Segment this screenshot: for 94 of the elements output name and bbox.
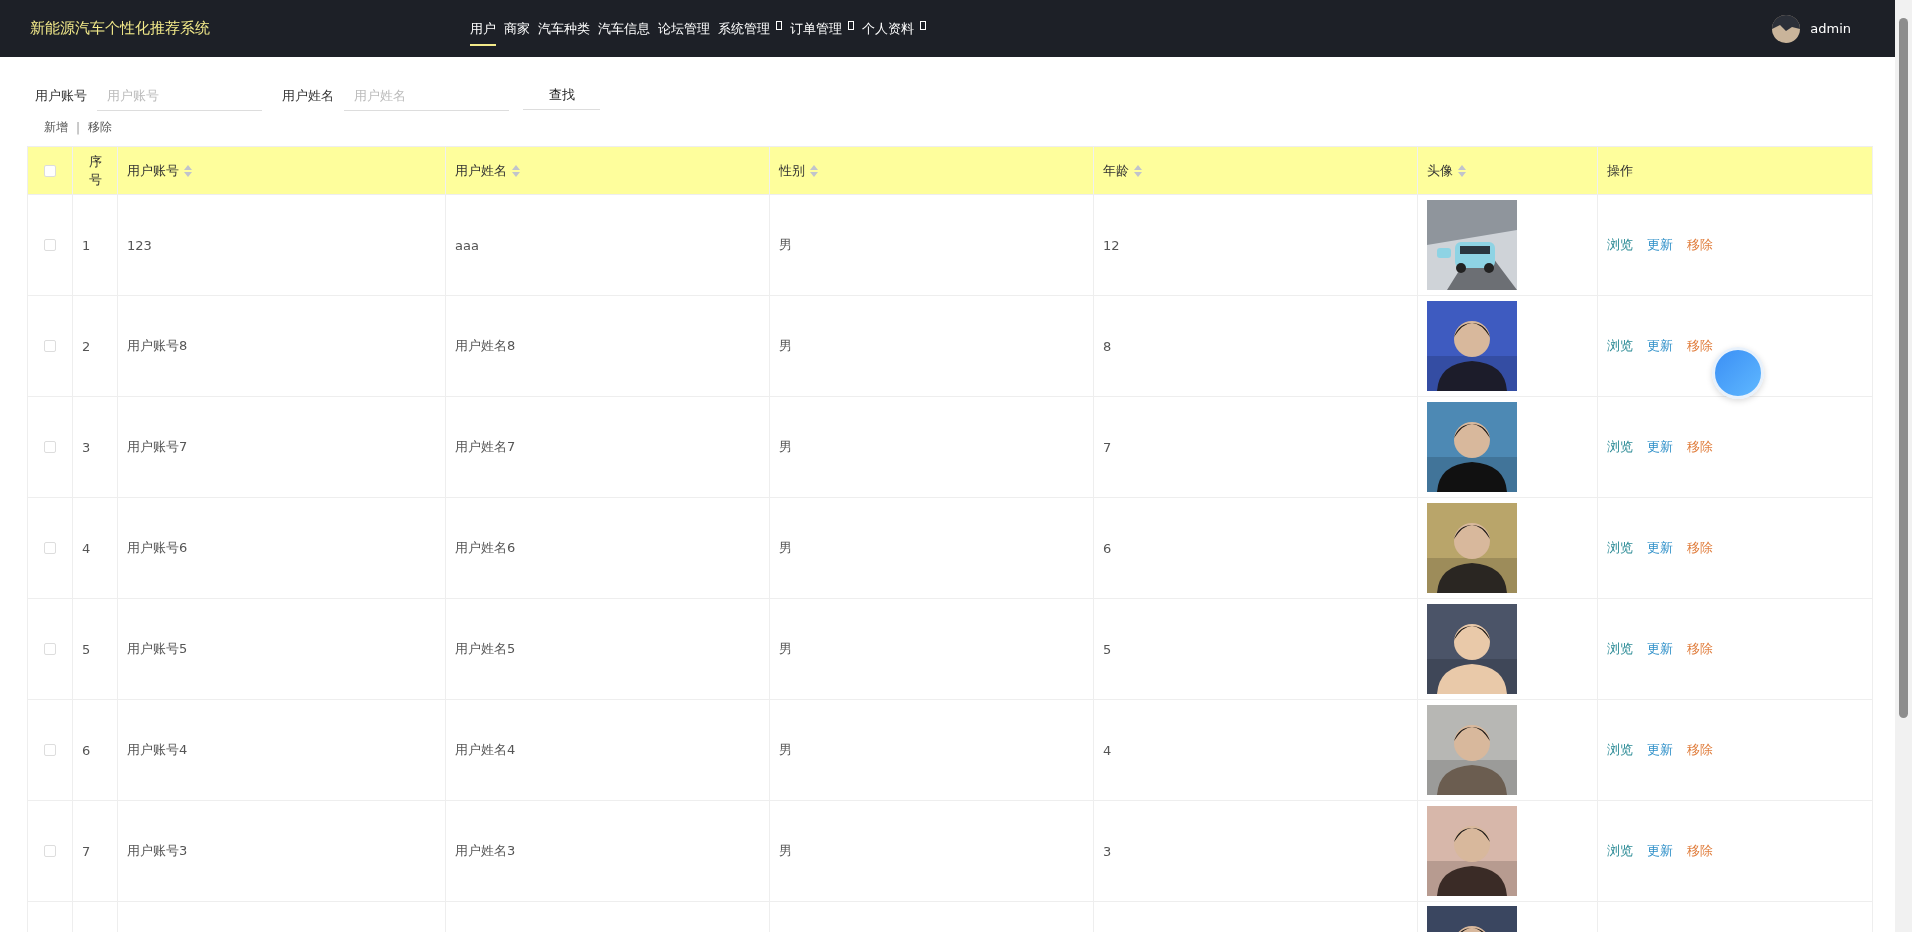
table-cell: 2	[82, 338, 91, 354]
floating-button[interactable]	[1712, 347, 1764, 399]
table-cell: 男	[779, 236, 792, 254]
app-title: 新能源汽车个性化推荐系统	[30, 19, 211, 38]
action-link[interactable]: 移除	[1687, 640, 1713, 658]
column-header: 序号	[87, 152, 103, 189]
table-cell: 男	[779, 640, 792, 658]
table-cell: 7	[82, 843, 91, 859]
nav-tab[interactable]: 订单管理	[790, 11, 854, 46]
table-cell: 用户姓名4	[455, 741, 516, 759]
table-cell: 5	[1103, 641, 1112, 657]
table-cell: 3	[1103, 843, 1112, 859]
table-cell: 123	[127, 237, 152, 253]
sort-icon[interactable]	[512, 164, 520, 177]
table-cell: 用户账号6	[127, 539, 188, 557]
nav-tab[interactable]: 汽车信息	[598, 11, 650, 46]
column-header[interactable]: 性别	[779, 161, 818, 180]
table-cell: 3	[82, 439, 91, 455]
action-link[interactable]: 浏览	[1607, 741, 1633, 759]
table-cell: 用户姓名8	[455, 337, 516, 355]
sort-icon[interactable]	[184, 164, 192, 177]
column-header[interactable]: 用户姓名	[455, 161, 520, 180]
action-link[interactable]: 更新	[1647, 842, 1673, 860]
separator: |	[76, 120, 81, 135]
scrollbar[interactable]	[1895, 0, 1912, 932]
nav-tab[interactable]: 商家	[504, 11, 530, 46]
table-cell: 12	[1103, 237, 1120, 253]
field-label: 用户账号	[35, 86, 87, 105]
checkbox[interactable]	[44, 542, 56, 554]
sort-icon[interactable]	[810, 164, 818, 177]
action-link[interactable]: 移除	[1687, 236, 1713, 254]
checkbox[interactable]	[44, 441, 56, 453]
table-cell: 用户账号3	[127, 842, 188, 860]
table-cell: 1	[82, 237, 91, 253]
action-link[interactable]: 浏览	[1607, 640, 1633, 658]
checkbox[interactable]	[44, 643, 56, 655]
table-cell: 男	[779, 438, 792, 456]
field-label: 用户姓名	[282, 86, 334, 105]
column-header[interactable]: 年龄	[1103, 161, 1142, 180]
action-link[interactable]: 移除	[1687, 438, 1713, 456]
column-header[interactable]: 头像	[1427, 161, 1466, 180]
action-link[interactable]: 更新	[1647, 236, 1673, 254]
sort-icon[interactable]	[1458, 164, 1466, 177]
table-cell: aaa	[455, 237, 479, 253]
action-link[interactable]: 更新	[1647, 337, 1673, 355]
nav-tab[interactable]: 个人资料	[862, 11, 926, 46]
checkbox[interactable]	[44, 744, 56, 756]
checkbox[interactable]	[44, 164, 56, 177]
action-link[interactable]: 移除	[1687, 741, 1713, 759]
table-cell: 用户姓名7	[455, 438, 516, 456]
table-cell: 男	[779, 337, 792, 355]
table-cell: 4	[1103, 742, 1112, 758]
table-cell: 用户姓名5	[455, 640, 516, 658]
action-link[interactable]: 移除	[1687, 337, 1713, 355]
action-link[interactable]: 浏览	[1607, 539, 1633, 557]
table-cell: 用户账号8	[127, 337, 188, 355]
avatar-icon[interactable]	[1772, 14, 1801, 43]
action-link[interactable]: 更新	[1647, 539, 1673, 557]
table-cell: 8	[1103, 338, 1112, 354]
table-cell: 4	[82, 540, 91, 556]
checkbox[interactable]	[44, 340, 56, 352]
action-link[interactable]: 移除	[1687, 539, 1713, 557]
table-cell: 男	[779, 842, 792, 860]
table-cell: 用户姓名6	[455, 539, 516, 557]
action-link[interactable]: 新增	[44, 119, 68, 136]
table-cell: 男	[779, 539, 792, 557]
action-link[interactable]: 更新	[1647, 741, 1673, 759]
column-header[interactable]: 用户账号	[127, 161, 192, 180]
user-name[interactable]: admin	[1810, 21, 1851, 36]
action-link[interactable]: 浏览	[1607, 842, 1633, 860]
table-cell: 7	[1103, 439, 1112, 455]
nav-tab[interactable]: 用户	[470, 11, 496, 46]
table-cell: 用户姓名3	[455, 842, 516, 860]
table-cell: 6	[1103, 540, 1112, 556]
table-cell: 用户账号7	[127, 438, 188, 456]
action-link[interactable]: 移除	[88, 119, 113, 136]
action-link[interactable]: 浏览	[1607, 337, 1633, 355]
column-header: 操作	[1607, 161, 1633, 180]
sort-icon[interactable]	[1134, 164, 1142, 177]
table-cell: 用户账号4	[127, 741, 188, 759]
action-link[interactable]: 移除	[1687, 842, 1713, 860]
table-cell: 男	[779, 741, 792, 759]
nav-tab[interactable]: 汽车种类	[538, 11, 590, 46]
action-link[interactable]: 更新	[1647, 438, 1673, 456]
action-link[interactable]: 更新	[1647, 640, 1673, 658]
nav-tab[interactable]: 论坛管理	[658, 11, 710, 46]
checkbox[interactable]	[44, 239, 56, 251]
checkbox[interactable]	[44, 845, 56, 857]
table-cell: 5	[82, 641, 91, 657]
action-link[interactable]: 浏览	[1607, 438, 1633, 456]
nav-tab[interactable]: 系统管理	[718, 11, 782, 46]
action-link[interactable]: 浏览	[1607, 236, 1633, 254]
table-cell: 6	[82, 742, 91, 758]
table-cell: 用户账号5	[127, 640, 188, 658]
